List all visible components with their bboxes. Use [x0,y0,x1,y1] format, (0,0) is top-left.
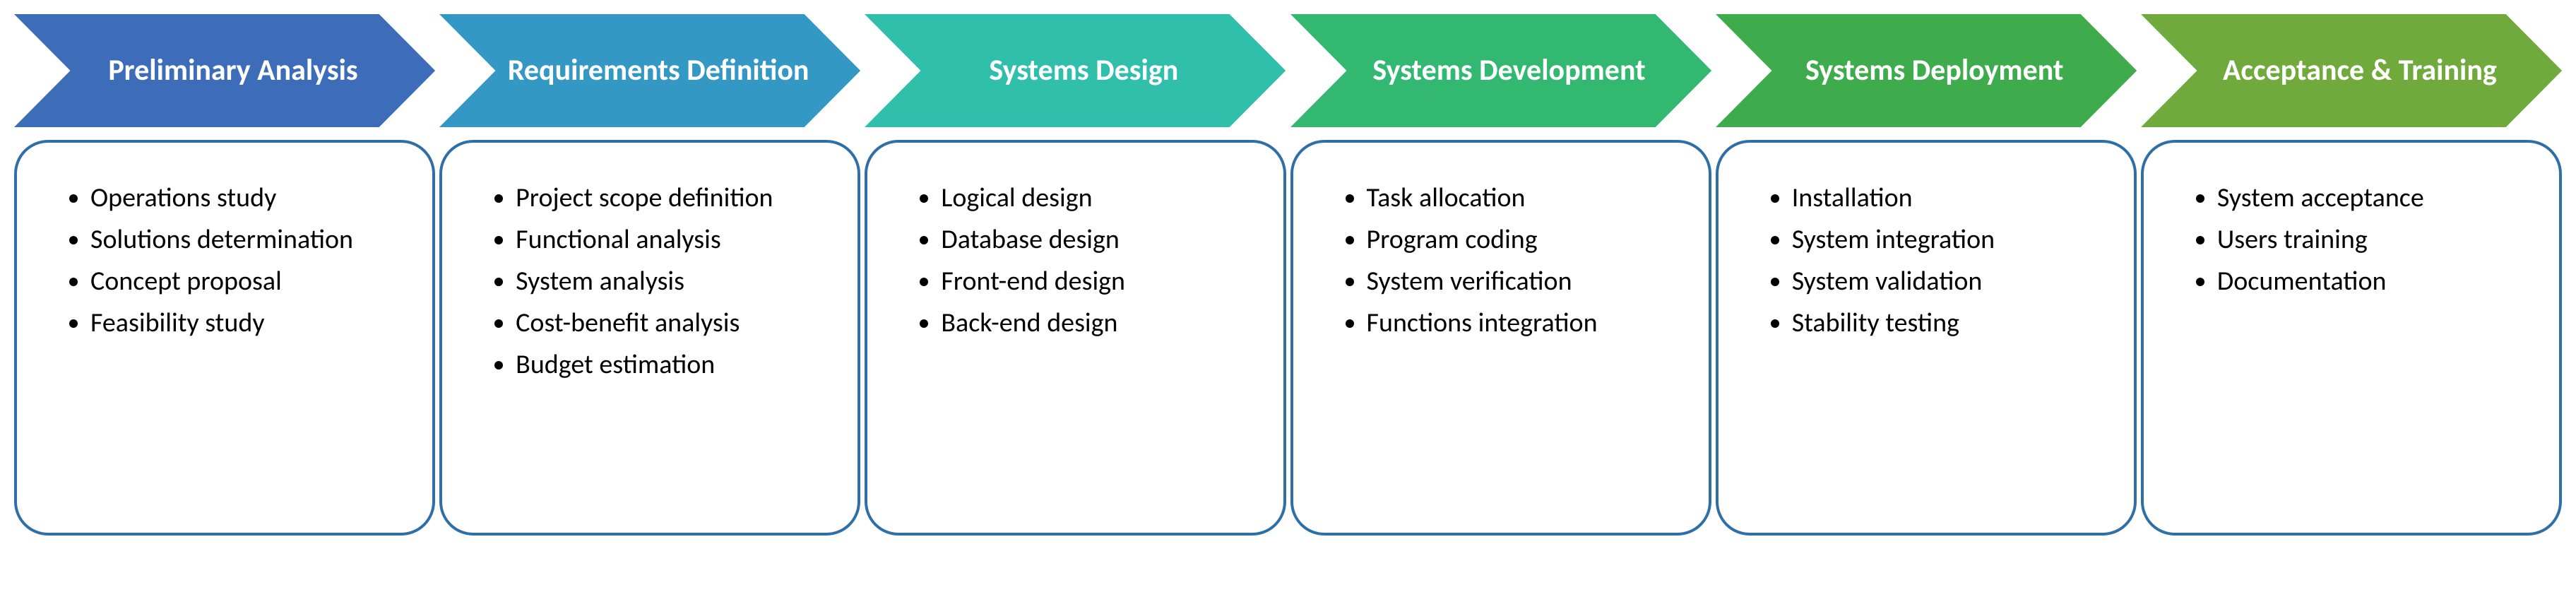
stage-item: Solutions determination [90,220,407,260]
stage-item: Functions integration [1367,303,1683,343]
process-stage-0: Preliminary Analysis Operations studySol… [14,14,435,536]
stage-item: Functional analysis [516,220,832,260]
stage-detail-box: Logical designDatabase designFront-end d… [865,140,1286,536]
stage-title: Systems Deployment [1766,14,2103,127]
stage-item: System verification [1367,261,1683,302]
stage-item: Documentation [2217,261,2534,302]
stage-detail-box: System acceptanceUsers trainingDocumenta… [2141,140,2562,536]
stage-item: Front-end design [941,261,1257,302]
stage-item: Back-end design [941,303,1257,343]
stage-item: Concept proposal [90,261,407,302]
stage-item: Stability testing [1792,303,2108,343]
stage-item: Operations study [90,178,407,218]
stage-arrow-header: Systems Deployment [1716,14,2137,127]
stage-detail-box: Task allocationProgram codingSystem veri… [1290,140,1711,536]
stage-item: Project scope definition [516,178,832,218]
stage-item-list: InstallationSystem integrationSystem val… [1761,178,2108,343]
stage-item-list: Task allocationProgram codingSystem veri… [1336,178,1683,343]
stage-arrow-header: Systems Design [865,14,1286,127]
stage-detail-box: Operations studySolutions determinationC… [14,140,435,536]
stage-item-list: Operations studySolutions determinationC… [59,178,407,343]
stage-detail-box: Project scope definitionFunctional analy… [439,140,860,536]
stage-item: Task allocation [1367,178,1683,218]
stage-item: System validation [1792,261,2108,302]
stage-title: Systems Design [915,14,1252,127]
process-stage-1: Requirements Definition Project scope de… [439,14,860,536]
stage-arrow-header: Acceptance & Training [2141,14,2562,127]
stage-item: Feasibility study [90,303,407,343]
stage-item: Logical design [941,178,1257,218]
stage-arrow-header: Requirements Definition [439,14,860,127]
stage-item-list: System acceptanceUsers trainingDocumenta… [2186,178,2534,302]
stage-item: System integration [1792,220,2108,260]
process-stage-3: Systems Development Task allocationProgr… [1290,14,1711,536]
process-stage-4: Systems Deployment InstallationSystem in… [1716,14,2137,536]
stage-item: System acceptance [2217,178,2534,218]
stage-arrow-header: Preliminary Analysis [14,14,435,127]
process-stage-2: Systems Design Logical designDatabase de… [865,14,1286,536]
stage-detail-box: InstallationSystem integrationSystem val… [1716,140,2137,536]
stage-item: Cost-benefit analysis [516,303,832,343]
stage-item: Budget estimation [516,345,832,385]
stage-item-list: Logical designDatabase designFront-end d… [910,178,1257,343]
stage-item: Database design [941,220,1257,260]
stage-title: Systems Development [1341,14,1678,127]
stage-item: System analysis [516,261,832,302]
stage-item: Program coding [1367,220,1683,260]
stage-title: Preliminary Analysis [65,14,402,127]
stage-arrow-header: Systems Development [1290,14,1711,127]
process-stage-5: Acceptance & Training System acceptanceU… [2141,14,2562,536]
stage-item: Installation [1792,178,2108,218]
stage-item-list: Project scope definitionFunctional analy… [485,178,832,385]
stage-title: Requirements Definition [490,14,827,127]
stage-title: Acceptance & Training [2191,14,2528,127]
stage-item: Users training [2217,220,2534,260]
process-flow-diagram: Preliminary Analysis Operations studySol… [14,14,2562,536]
